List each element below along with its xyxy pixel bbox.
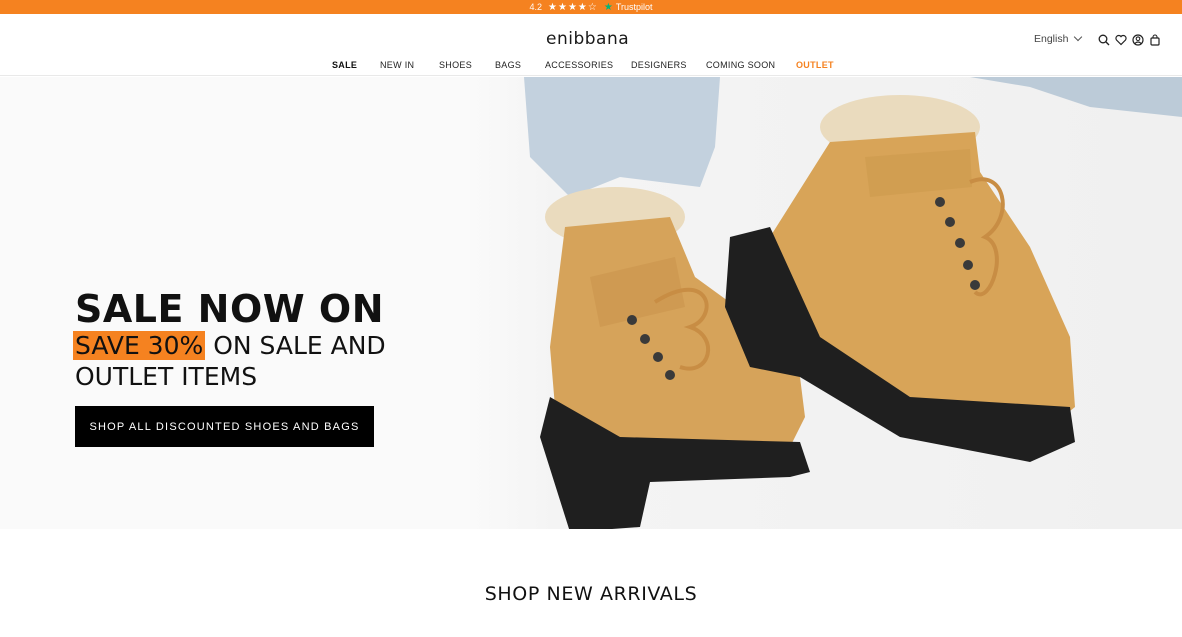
main-nav: SALE NEW IN SHOES BAGS ACCESSORIES DESIG… — [0, 60, 1182, 74]
hero-banner[interactable]: SALE NOW ON SAVE 30% ON SALE AND OUTLET … — [0, 77, 1182, 529]
hero-highlight: SAVE 30% — [73, 331, 206, 360]
language-selector[interactable]: English — [1034, 32, 1083, 45]
site-header: enibbana English SALE NEW IN SHOES BAGS … — [0, 14, 1182, 76]
nav-item-shoes[interactable]: SHOES — [439, 60, 472, 70]
nav-item-new-in[interactable]: NEW IN — [380, 60, 414, 70]
brand-logo[interactable]: enibbana — [546, 29, 629, 49]
trustpilot-rating: 4.2 — [529, 2, 543, 12]
nav-item-coming-soon[interactable]: COMING SOON — [706, 60, 775, 70]
bag-icon[interactable] — [1149, 33, 1161, 46]
new-arrivals-heading: SHOP NEW ARRIVALS — [484, 583, 698, 605]
trustpilot-bar[interactable]: 4.2 ★★★★☆ ★ Trustpilot — [0, 0, 1182, 14]
nav-item-outlet[interactable]: OUTLET — [796, 60, 834, 70]
search-icon[interactable] — [1098, 33, 1110, 46]
hero-subtitle: SAVE 30% ON SALE AND OUTLET ITEMS — [73, 330, 455, 392]
header-icons — [1098, 33, 1161, 46]
hero-boots-image — [470, 77, 1182, 529]
account-icon[interactable] — [1132, 33, 1144, 46]
heart-icon[interactable] — [1115, 33, 1127, 46]
nav-item-bags[interactable]: BAGS — [495, 60, 521, 70]
nav-item-designers[interactable]: DESIGNERS — [631, 60, 687, 70]
trustpilot-label: Trustpilot — [615, 2, 653, 12]
chevron-down-icon — [1074, 32, 1083, 42]
nav-item-sale[interactable]: SALE — [332, 60, 357, 70]
trustpilot-star-icon: ★ — [603, 1, 613, 13]
trustpilot-logo: ★ Trustpilot — [604, 2, 653, 13]
rating-stars: ★★★★☆ — [548, 1, 598, 13]
language-label: English — [1034, 33, 1069, 45]
hero-title: SALE NOW ON — [75, 287, 385, 331]
nav-item-accessories[interactable]: ACCESSORIES — [545, 60, 613, 70]
shop-discounted-button[interactable]: SHOP ALL DISCOUNTED SHOES AND BAGS — [75, 406, 374, 447]
